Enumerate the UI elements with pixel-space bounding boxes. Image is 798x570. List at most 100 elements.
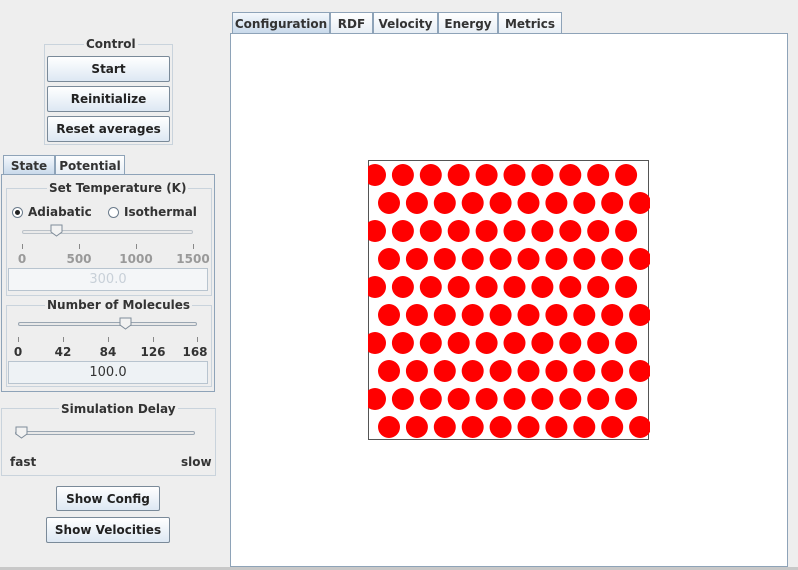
molecule bbox=[391, 164, 414, 186]
molecule bbox=[419, 276, 442, 298]
molecules-field[interactable]: 100.0 bbox=[8, 361, 208, 384]
molecule bbox=[601, 304, 624, 326]
molecule bbox=[615, 388, 638, 410]
molecule bbox=[601, 416, 624, 438]
molecule bbox=[517, 304, 540, 326]
molecule bbox=[503, 164, 526, 186]
molecule bbox=[433, 248, 456, 270]
molecule bbox=[447, 388, 470, 410]
molecule bbox=[531, 220, 554, 242]
molecule bbox=[615, 332, 638, 354]
molecule bbox=[587, 332, 610, 354]
delay-slow-label: slow bbox=[181, 455, 212, 469]
molecule bbox=[545, 416, 568, 438]
molecule bbox=[475, 164, 498, 186]
molecule bbox=[531, 388, 554, 410]
molecule bbox=[405, 416, 428, 438]
molecule bbox=[419, 388, 442, 410]
molecule bbox=[475, 332, 498, 354]
molecule bbox=[517, 248, 540, 270]
molecule bbox=[545, 248, 568, 270]
molecule bbox=[433, 192, 456, 214]
molecule bbox=[489, 192, 512, 214]
molecule bbox=[405, 192, 428, 214]
molecule bbox=[447, 332, 470, 354]
molecule bbox=[378, 192, 400, 214]
tab-potential[interactable]: Potential bbox=[55, 155, 125, 175]
temperature-slider-track[interactable] bbox=[22, 230, 193, 234]
tab-rdf[interactable]: RDF bbox=[330, 12, 373, 34]
isothermal-label: Isothermal bbox=[124, 205, 197, 219]
isothermal-radio[interactable] bbox=[108, 207, 119, 218]
molecule bbox=[378, 304, 400, 326]
tab-configuration[interactable]: Configuration bbox=[232, 12, 330, 34]
molecule bbox=[573, 192, 596, 214]
molecule bbox=[433, 360, 456, 382]
temperature-tick bbox=[79, 244, 80, 249]
delay-fast-label: fast bbox=[10, 455, 37, 469]
tab-state[interactable]: State bbox=[3, 155, 55, 175]
molecules-slider-track[interactable] bbox=[18, 322, 197, 326]
molecule bbox=[559, 276, 582, 298]
molecules-title: Number of Molecules bbox=[45, 298, 193, 312]
show-velocities-button[interactable]: Show Velocities bbox=[46, 517, 170, 543]
molecule bbox=[489, 416, 512, 438]
molecule bbox=[517, 360, 540, 382]
molecule bbox=[461, 416, 484, 438]
molecule bbox=[461, 248, 484, 270]
tab-energy[interactable]: Energy bbox=[438, 12, 498, 34]
reset-averages-button[interactable]: Reset averages bbox=[47, 116, 170, 142]
molecule bbox=[531, 332, 554, 354]
molecule bbox=[615, 220, 638, 242]
molecule bbox=[378, 416, 400, 438]
molecule bbox=[405, 304, 428, 326]
molecule bbox=[378, 248, 400, 270]
molecule bbox=[391, 332, 414, 354]
molecule bbox=[531, 276, 554, 298]
molecules-slider-thumb[interactable] bbox=[119, 317, 132, 330]
molecule bbox=[573, 248, 596, 270]
molecule bbox=[573, 304, 596, 326]
molecule bbox=[447, 164, 470, 186]
molecule bbox=[405, 248, 428, 270]
show-config-button[interactable]: Show Config bbox=[56, 486, 160, 511]
reinitialize-button[interactable]: Reinitialize bbox=[47, 86, 170, 112]
temperature-tick bbox=[193, 244, 194, 249]
molecule bbox=[615, 164, 638, 186]
molecule bbox=[559, 332, 582, 354]
molecule bbox=[391, 276, 414, 298]
molecules-tick bbox=[108, 337, 109, 342]
molecules-tick-label: 0 bbox=[13, 345, 23, 359]
adiabatic-radio[interactable] bbox=[12, 207, 23, 218]
molecule bbox=[587, 276, 610, 298]
temperature-field[interactable]: 300.0 bbox=[8, 268, 208, 291]
molecule bbox=[433, 304, 456, 326]
delay-slider-thumb[interactable] bbox=[15, 426, 28, 439]
molecule bbox=[531, 164, 554, 186]
molecules-tick bbox=[18, 337, 19, 342]
molecule bbox=[405, 360, 428, 382]
molecule bbox=[447, 220, 470, 242]
temperature-slider-thumb[interactable] bbox=[50, 224, 63, 237]
molecule bbox=[489, 360, 512, 382]
molecules-tick bbox=[63, 337, 64, 342]
start-button[interactable]: Start bbox=[47, 56, 170, 82]
molecule bbox=[461, 304, 484, 326]
molecule bbox=[587, 388, 610, 410]
molecule bbox=[559, 164, 582, 186]
molecule bbox=[475, 276, 498, 298]
simulation-box bbox=[368, 160, 650, 440]
molecule bbox=[517, 416, 540, 438]
molecule bbox=[503, 276, 526, 298]
temperature-title: Set Temperature (K) bbox=[47, 181, 189, 195]
tab-velocity[interactable]: Velocity bbox=[373, 12, 438, 34]
molecule bbox=[391, 388, 414, 410]
temperature-tick-label: 1000 bbox=[119, 252, 153, 266]
molecule bbox=[517, 192, 540, 214]
molecule bbox=[447, 276, 470, 298]
delay-slider-track[interactable] bbox=[15, 431, 195, 435]
molecules-tick-label: 168 bbox=[182, 345, 208, 359]
molecule bbox=[461, 192, 484, 214]
molecule bbox=[559, 220, 582, 242]
tab-metrics[interactable]: Metrics bbox=[498, 12, 562, 34]
